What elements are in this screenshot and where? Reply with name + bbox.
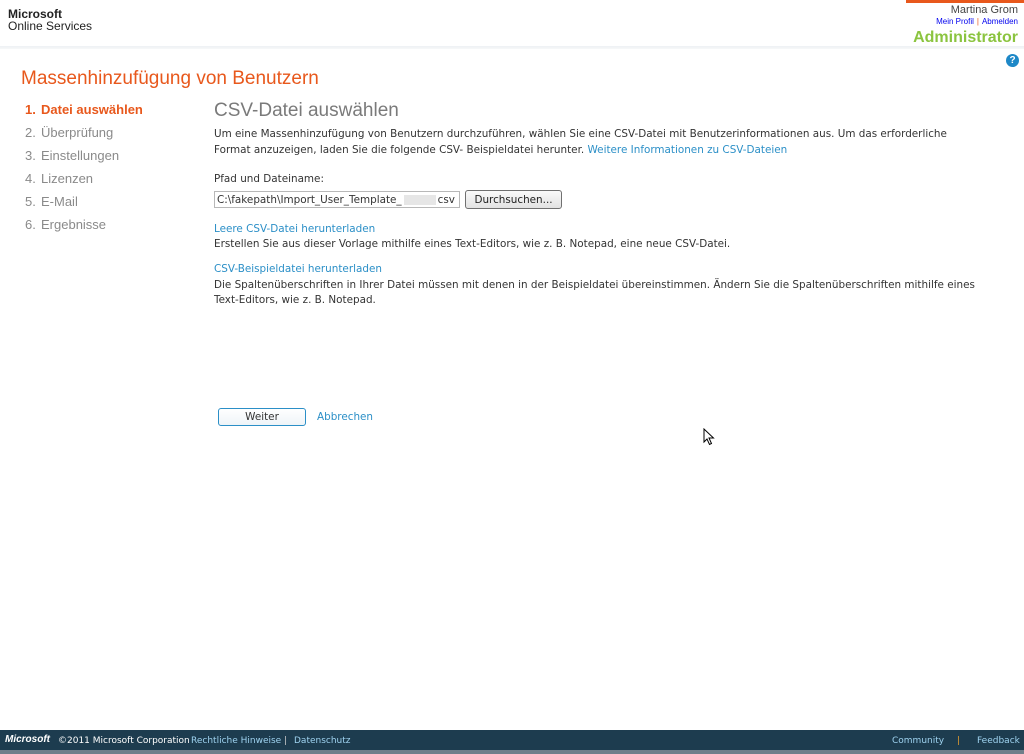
role-label: Administrator	[913, 29, 1018, 46]
privacy-link[interactable]: Datenschutz	[294, 736, 351, 746]
step-select-file: 1. Datei auswählen	[25, 101, 143, 124]
footer-separator: |	[284, 736, 288, 746]
page-title: Massenhinzufügung von Benutzern	[21, 68, 319, 89]
step-label: Datei auswählen	[41, 102, 143, 117]
file-path-input[interactable]: C:\fakepath\Import_User_Template_ csv	[214, 191, 460, 208]
step-label: E-Mail	[41, 194, 78, 209]
step-settings: 3. Einstellungen	[25, 147, 143, 170]
feedback-link[interactable]: Feedback	[977, 736, 1020, 746]
step-label: Überprüfung	[41, 125, 114, 140]
step-number: 6.	[25, 217, 36, 232]
redacted-area	[403, 195, 436, 205]
path-value-suffix: csv	[437, 194, 455, 206]
help-icon[interactable]: ?	[1006, 54, 1019, 67]
step-email: 5. E-Mail	[25, 193, 143, 216]
step-number: 4.	[25, 171, 36, 186]
community-link[interactable]: Community	[892, 736, 944, 746]
browse-button[interactable]: Durchsuchen...	[465, 190, 562, 209]
step-number: 2.	[25, 125, 36, 140]
legal-notice-link[interactable]: Rechtliche Hinweise	[191, 736, 281, 746]
sample-csv-description: Die Spaltenüberschriften in Ihrer Datei …	[214, 279, 975, 306]
step-licenses: 4. Lizenzen	[25, 170, 143, 193]
footer-microsoft-logo: Microsoft	[5, 734, 50, 745]
cancel-link[interactable]: Abbrechen	[317, 411, 373, 423]
wizard-steps: 1. Datei auswählen 2. Überprüfung 3. Einste…	[25, 101, 143, 239]
download-sample-csv-link[interactable]: CSV-Beispieldatei herunterladen	[214, 263, 382, 275]
header-accent-bar	[906, 0, 1024, 3]
user-name: Martina Grom	[950, 4, 1018, 16]
intro-description: Um eine Massenhinzufügung von Benutzern …	[214, 128, 947, 156]
step-label: Lizenzen	[41, 171, 94, 186]
mouse-cursor-icon	[703, 428, 715, 446]
my-profile-link[interactable]: Mein Profil	[936, 17, 974, 26]
copyright-text: ©2011 Microsoft Corporation	[58, 736, 190, 746]
step-label: Ergebnisse	[41, 217, 107, 232]
footer-separator-right: |	[957, 736, 961, 746]
step-number: 3.	[25, 148, 36, 163]
section-title: CSV-Datei auswählen	[214, 100, 399, 121]
step-number: 5.	[25, 194, 36, 209]
path-value-prefix: C:\fakepath\Import_User_Template_	[217, 194, 402, 206]
header-bar	[0, 0, 1024, 48]
step-results: 6. Ergebnisse	[25, 216, 143, 239]
path-label: Pfad und Dateiname:	[214, 173, 324, 185]
header-divider	[0, 46, 1024, 49]
online-services-logo: Online Services	[8, 19, 93, 33]
logout-link[interactable]: Abmelden	[982, 17, 1018, 26]
download-empty-csv-link[interactable]: Leere CSV-Datei herunterladen	[214, 223, 375, 235]
step-label: Einstellungen	[41, 148, 120, 163]
next-button[interactable]: Weiter	[218, 408, 306, 426]
empty-csv-description: Erstellen Sie aus dieser Vorlage mithilf…	[214, 238, 731, 250]
step-number: 1.	[25, 102, 36, 117]
intro-text: Um eine Massenhinzufügung von Benutzern …	[214, 126, 984, 158]
user-links: Mein Profil | Abmelden	[936, 17, 1018, 26]
link-separator: |	[976, 17, 979, 26]
footer-bottom-strip	[0, 750, 1024, 754]
step-review: 2. Überprüfung	[25, 124, 143, 147]
csv-info-link[interactable]: Weitere Informationen zu CSV-Dateien	[588, 144, 788, 156]
